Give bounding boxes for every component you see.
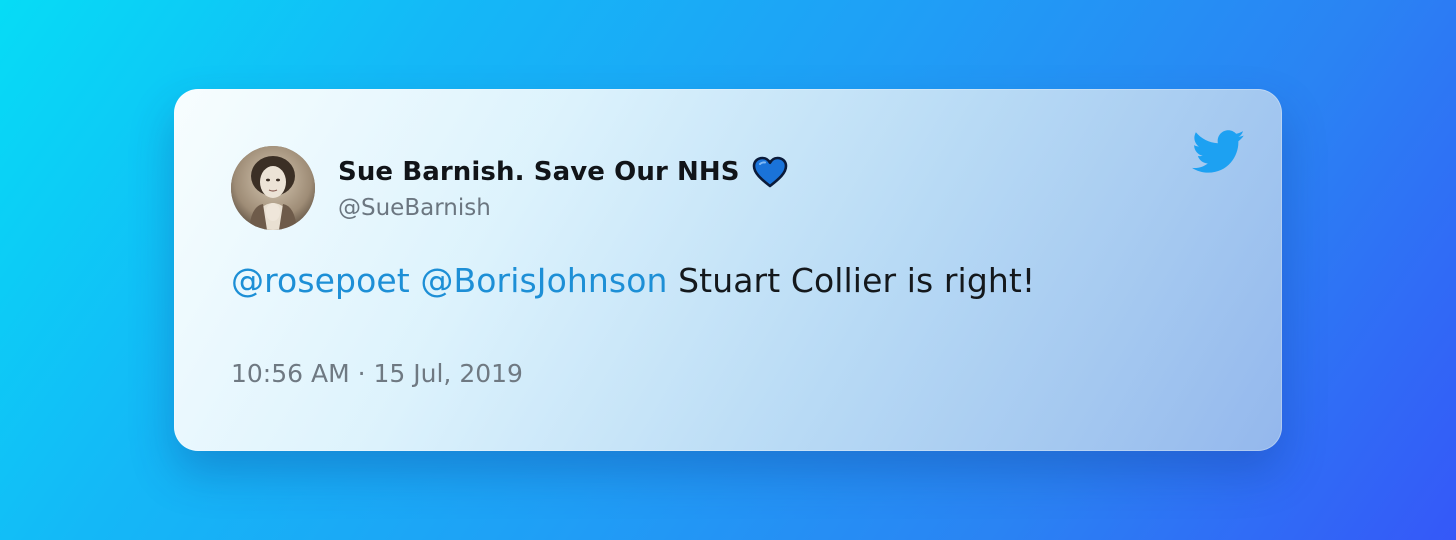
- tweet-card: Sue Barnish. Save Our NHS @SueBarnish @r…: [174, 89, 1282, 451]
- mention-link[interactable]: @BorisJohnson: [420, 261, 667, 300]
- mention-link[interactable]: @rosepoet: [231, 261, 410, 300]
- display-name[interactable]: Sue Barnish. Save Our NHS: [338, 155, 788, 189]
- tweet-text: @rosepoet @BorisJohnson Stuart Collier i…: [231, 261, 1035, 300]
- tweet-timestamp[interactable]: 10:56 AM · 15 Jul, 2019: [231, 359, 523, 388]
- blue-heart-icon: [752, 156, 788, 188]
- avatar[interactable]: [231, 146, 315, 230]
- user-handle[interactable]: @SueBarnish: [338, 195, 491, 221]
- tweet-text-content: Stuart Collier is right!: [678, 261, 1036, 300]
- twitter-bird-icon[interactable]: [1191, 130, 1246, 174]
- display-name-text: Sue Barnish. Save Our NHS: [338, 157, 740, 187]
